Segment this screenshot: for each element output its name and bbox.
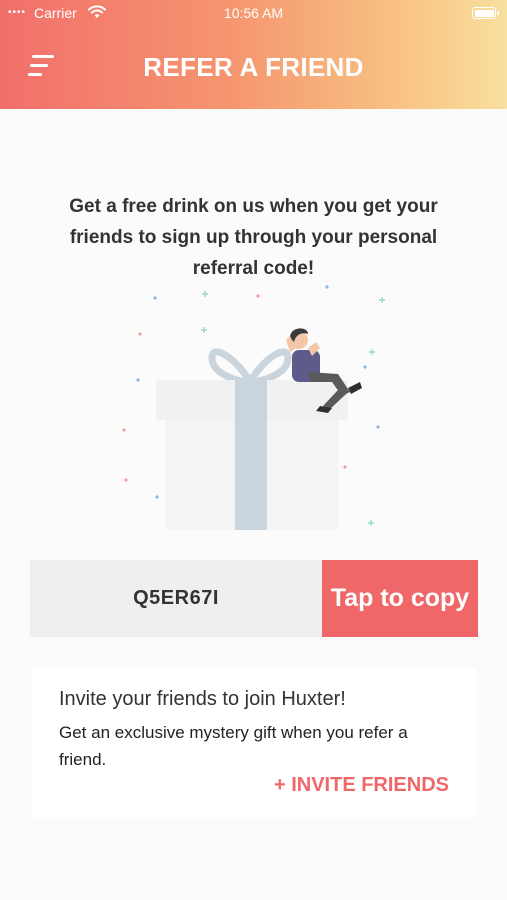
header-bar: •••• Carrier 10:56 AM REFER A FRIEND [0,0,507,109]
tap-to-copy-button[interactable]: Tap to copy [322,560,478,637]
status-bar: •••• Carrier 10:56 AM [0,0,507,28]
status-time: 10:56 AM [223,5,284,21]
page-title: REFER A FRIEND [143,52,364,82]
battery-icon [472,7,499,19]
referral-code-bar: Q5ER67I Tap to copy [30,560,478,637]
gift-bow [208,348,292,386]
gift-ribbon [235,380,267,530]
gift-box-illustration [122,285,385,530]
referral-code: Q5ER67I [30,560,322,637]
invite-friends-button[interactable]: + INVITE FRIENDS [274,774,449,797]
referral-intro-text: Get a free drink on us when you get your… [69,196,438,279]
invite-title: Invite your friends to join Huxter! [59,688,346,710]
invite-card: Invite your friends to join Huxter! Get … [32,668,476,818]
invite-subtitle: Get an exclusive mystery gift when you r… [59,723,408,769]
